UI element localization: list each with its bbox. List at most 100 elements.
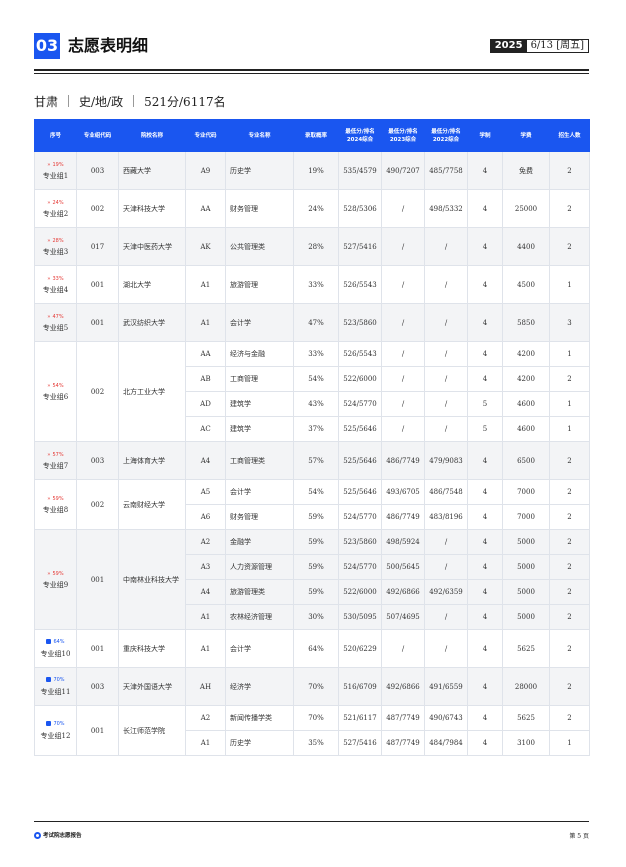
table-row: » 59% 专业组9 001 中南林业科技大学 A2 金融学 59% 523/5860 498/5…: [34, 529, 590, 630]
group-label: 专业组12: [40, 732, 71, 740]
min-score-2023: /: [381, 416, 425, 442]
major-name: 会计学: [225, 303, 294, 342]
province: 甘肃: [34, 94, 59, 109]
date-badge: 2025 6/13 [周五]: [489, 39, 589, 53]
major-code: A1: [185, 730, 226, 756]
major-code: A5: [185, 479, 226, 505]
admission-probability: 33%: [293, 265, 339, 304]
min-score-2022: /: [424, 391, 468, 417]
school-name: 天津外国语大学: [118, 667, 186, 706]
min-score-2022: /: [424, 227, 468, 266]
probability-badge: 70%: [46, 721, 65, 727]
risk-arrow-icon: »: [47, 200, 51, 206]
min-score-2022: /: [424, 629, 468, 668]
duration: 4: [467, 529, 503, 555]
major-code: A3: [185, 554, 226, 580]
min-score-2022: /: [424, 604, 468, 630]
group-code: 003: [76, 151, 119, 190]
major-code: A9: [185, 151, 226, 190]
score-rank: 521分/6117名: [144, 94, 226, 109]
min-score-2023: /: [381, 227, 425, 266]
major-code: AD: [185, 391, 226, 417]
table-row: » 59% 专业组8 002 云南财经大学 A5 会计学 54% 525/5646 493/670…: [34, 479, 590, 530]
table-row: » 28% 专业组3 017 天津中医药大学 AK 公共管理类 28% 527/5416//4 4…: [34, 227, 590, 266]
min-score-2023: 490/7207: [381, 151, 425, 190]
major-name: 工商管理类: [225, 441, 294, 480]
school-name: 云南财经大学: [118, 479, 186, 530]
school-name: 天津科技大学: [118, 189, 186, 228]
column-header: 专业名称: [225, 119, 294, 152]
risk-arrow-icon: »: [47, 314, 51, 320]
major-code: A1: [185, 265, 226, 304]
enrollment: 1: [549, 730, 590, 756]
major-code: A1: [185, 629, 226, 668]
major-name: 农林经济管理: [225, 604, 294, 630]
min-score-2023: 492/6866: [381, 667, 425, 706]
major-name: 经济与金融: [225, 341, 294, 367]
min-score-2024: 524/5770: [338, 391, 382, 417]
group-label: 专业组6: [42, 393, 69, 401]
major-code: AC: [185, 416, 226, 442]
min-score-2023: 507/4695: [381, 604, 425, 630]
admission-probability: 19%: [293, 151, 339, 190]
badge-value: 57%: [52, 452, 64, 458]
min-score-2023: /: [381, 189, 425, 228]
risk-arrow-icon: »: [47, 238, 51, 244]
group-cell: 70% 专业组12: [34, 705, 77, 756]
column-header: 序号: [34, 119, 77, 152]
school-name: 天津中医药大学: [118, 227, 186, 266]
enrollment: 1: [549, 391, 590, 417]
admission-probability: 54%: [293, 479, 339, 505]
min-score-2024: 524/5770: [338, 554, 382, 580]
duration: 4: [467, 629, 503, 668]
page-number: 第 5 页: [569, 833, 589, 840]
admission-probability: 59%: [293, 579, 339, 605]
footer-rule: [34, 821, 589, 822]
group-cell: » 59% 专业组9: [34, 529, 77, 630]
min-score-2022: /: [424, 554, 468, 580]
enrollment: 2: [549, 151, 590, 190]
major-code: A4: [185, 579, 226, 605]
min-score-2023: 500/5645: [381, 554, 425, 580]
min-score-2022: /: [424, 303, 468, 342]
enrollment: 3: [549, 303, 590, 342]
group-label: 专业组7: [42, 462, 69, 470]
enrollment: 2: [549, 604, 590, 630]
min-score-2022: 479/9083: [424, 441, 468, 480]
group-cell: » 28% 专业组3: [34, 227, 77, 266]
major-name: 新闻传播学类: [225, 705, 294, 731]
table-row: » 47% 专业组5 001 武汉纺织大学 A1 会计学 47% 523/5860//4 5850…: [34, 303, 590, 342]
major-code: A1: [185, 604, 226, 630]
min-score-2022: /: [424, 265, 468, 304]
major-code: AA: [185, 341, 226, 367]
group-code: 001: [76, 529, 119, 630]
min-score-2024: 528/5306: [338, 189, 382, 228]
major-name: 旅游管理类: [225, 579, 294, 605]
admission-probability: 70%: [293, 667, 339, 706]
admission-probability: 57%: [293, 441, 339, 480]
major-code: A2: [185, 529, 226, 555]
duration: 4: [467, 504, 503, 530]
duration: 4: [467, 667, 503, 706]
enrollment: 2: [549, 366, 590, 392]
probability-badge: » 33%: [47, 276, 63, 282]
column-header: 学费: [502, 119, 550, 152]
table-row: » 57% 专业组7 003 上海体育大学 A4 工商管理类 57% 525/5646 486/7…: [34, 441, 590, 480]
duration: 4: [467, 579, 503, 605]
min-score-2022: 498/5332: [424, 189, 468, 228]
footer-brand-text: 考试院志愿报告: [43, 833, 82, 839]
group-label: 专业组5: [42, 324, 69, 332]
group-cell: » 33% 专业组4: [34, 265, 77, 304]
table-body: » 19% 专业组1 003 西藏大学 A9 历史学 19% 535/4579 490/7207 4…: [34, 151, 590, 756]
badge-value: 19%: [52, 162, 64, 168]
group-label: 专业组3: [42, 248, 69, 256]
group-label: 专业组1: [42, 172, 69, 180]
min-score-2024: 525/5646: [338, 479, 382, 505]
min-score-2024: 527/5416: [338, 227, 382, 266]
tuition: 5850: [502, 303, 550, 342]
min-score-2023: /: [381, 303, 425, 342]
major-name: 经济学: [225, 667, 294, 706]
major-code: A2: [185, 705, 226, 731]
duration: 4: [467, 441, 503, 480]
duration: 4: [467, 730, 503, 756]
